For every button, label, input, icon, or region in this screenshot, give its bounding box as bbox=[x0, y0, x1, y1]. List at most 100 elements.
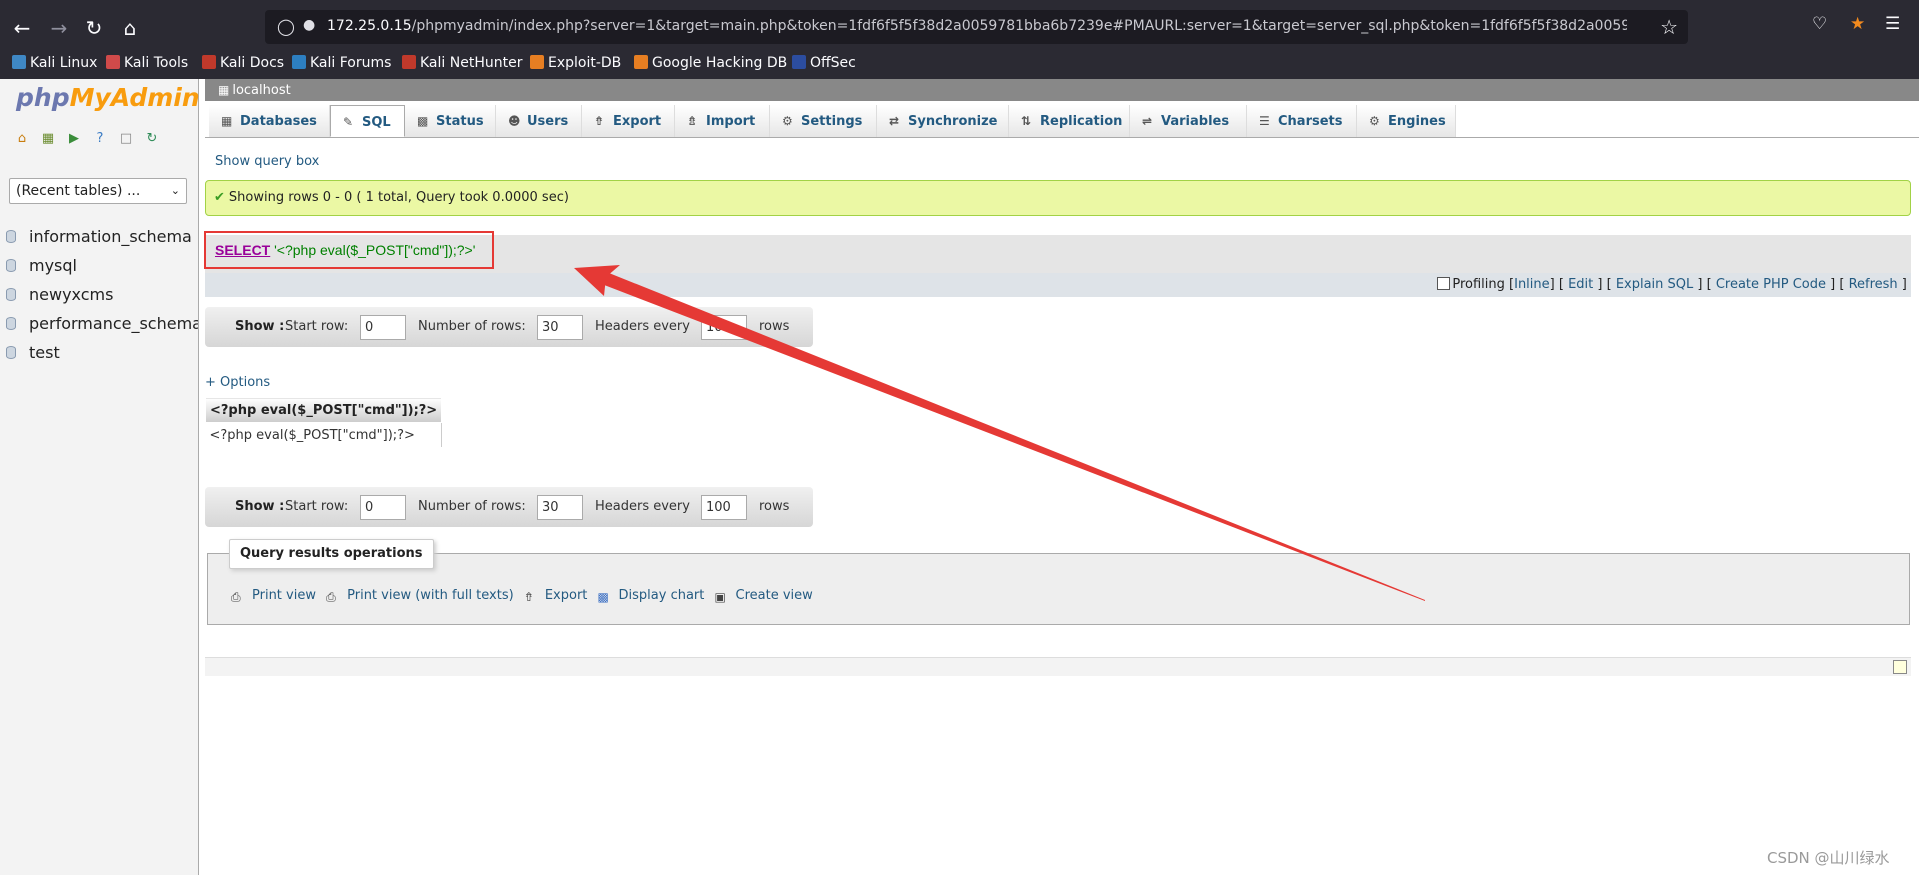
bookmark-star-icon[interactable]: ☆ bbox=[1660, 15, 1678, 39]
options-toggle[interactable]: + Options bbox=[205, 375, 270, 390]
help-icon[interactable]: ? bbox=[92, 131, 108, 147]
tab-settings[interactable]: ⚙ Settings bbox=[770, 105, 877, 137]
recent-tables-select[interactable]: (Recent tables) ... ⌄ bbox=[9, 178, 187, 204]
database-icon bbox=[6, 230, 16, 243]
database-icon bbox=[6, 346, 16, 359]
logout-icon[interactable]: ▦ bbox=[40, 131, 56, 147]
tab-synchronize[interactable]: ⇄ Synchronize bbox=[877, 105, 1009, 137]
success-message: ✔ Showing rows 0 - 0 ( 1 total, Query too… bbox=[205, 180, 1911, 216]
page-info-icon[interactable]: ● bbox=[303, 17, 315, 33]
docs-icon[interactable]: □ bbox=[118, 131, 134, 147]
top-menu-tabs: ▦ Databases ✎ SQL ▩ Status ☻ Users ⇮ Export ⇯… bbox=[205, 103, 1919, 138]
explain-sql-link[interactable]: Explain SQL bbox=[1616, 277, 1693, 292]
charsets-icon: ☰ bbox=[1259, 114, 1270, 128]
forward-arrow-icon[interactable]: → bbox=[45, 14, 73, 42]
start-row-input[interactable]: 0 bbox=[360, 315, 406, 340]
create-php-code-link[interactable]: Create PHP Code bbox=[1716, 277, 1826, 292]
database-icon bbox=[6, 317, 16, 330]
nethunter-icon bbox=[402, 55, 416, 69]
database-item[interactable]: newyxcms bbox=[0, 280, 198, 309]
headers-every-input[interactable]: 100 bbox=[701, 495, 747, 520]
ghdb-icon bbox=[634, 55, 648, 69]
show-query-box-link[interactable]: Show query box bbox=[215, 154, 319, 169]
import-icon: ⇯ bbox=[687, 114, 698, 128]
kali-forums-icon bbox=[292, 55, 306, 69]
tab-status[interactable]: ▩ Status bbox=[405, 105, 496, 137]
check-icon: ✔ bbox=[214, 190, 225, 205]
chevron-down-icon: ⌄ bbox=[170, 184, 180, 197]
home-icon[interactable]: ⌂ bbox=[116, 14, 144, 42]
top-navigation: Show : Start row: 0 Number of rows: 30 H… bbox=[205, 307, 813, 347]
tab-replication[interactable]: ⇅ Replication bbox=[1009, 105, 1130, 137]
bookmark-exploit-db[interactable]: Exploit-DB bbox=[530, 55, 621, 71]
database-icon bbox=[6, 288, 16, 301]
pma-sidebar: phpMyAdmin ⌂ ▦ ▶? □ ↻ (Recent tables) ... ⌄ i… bbox=[0, 79, 200, 875]
tab-charsets[interactable]: ☰ Charsets bbox=[1247, 105, 1357, 137]
sql-keyword[interactable]: SELECT bbox=[215, 242, 270, 258]
start-row-input[interactable]: 0 bbox=[360, 495, 406, 520]
inline-link[interactable]: Inline bbox=[1514, 277, 1550, 292]
print-view-link[interactable]: Print view bbox=[252, 588, 316, 603]
database-item[interactable]: mysql bbox=[0, 251, 198, 280]
print-view-full-link[interactable]: Print view (with full texts) bbox=[347, 588, 514, 603]
tab-variables[interactable]: ⇌ Variables bbox=[1130, 105, 1247, 137]
database-list: information_schema mysql newyxcms perfor… bbox=[0, 222, 198, 367]
server-icon: ▦ bbox=[218, 83, 230, 97]
create-view-link[interactable]: Create view bbox=[736, 588, 813, 603]
column-header[interactable]: <?php eval($_POST["cmd"]);?> bbox=[204, 397, 443, 423]
status-icon: ▩ bbox=[417, 114, 429, 128]
headers-every-input[interactable]: 100 bbox=[701, 315, 747, 340]
export-link[interactable]: Export bbox=[545, 588, 588, 603]
tab-export[interactable]: ⇮ Export bbox=[582, 105, 675, 137]
tab-engines[interactable]: ⚙ Engines bbox=[1357, 105, 1456, 137]
sql-string: '<?php eval($_POST["cmd"]);?>' bbox=[270, 242, 476, 258]
database-item[interactable]: performance_schema bbox=[0, 309, 198, 338]
engines-icon: ⚙ bbox=[1369, 114, 1380, 128]
database-item[interactable]: information_schema bbox=[0, 222, 198, 251]
offsec-icon bbox=[792, 55, 806, 69]
tab-databases[interactable]: ▦ Databases bbox=[209, 105, 330, 137]
server-breadcrumb: ▦ localhost bbox=[205, 79, 1919, 101]
users-icon: ☻ bbox=[508, 114, 521, 128]
number-of-rows-input[interactable]: 30 bbox=[537, 315, 583, 340]
bookmark-kali-forums[interactable]: Kali Forums bbox=[292, 55, 391, 71]
pocket-icon[interactable]: ♡ bbox=[1812, 14, 1827, 34]
shield-icon[interactable]: ◯ bbox=[277, 17, 295, 36]
display-chart-link[interactable]: Display chart bbox=[619, 588, 705, 603]
reload-icon[interactable]: ↻ bbox=[80, 14, 108, 42]
tab-import[interactable]: ⇯ Import bbox=[675, 105, 770, 137]
edit-link[interactable]: Edit bbox=[1568, 277, 1593, 292]
console-toggle-icon[interactable] bbox=[1893, 660, 1907, 674]
extension-icon[interactable]: ★ bbox=[1850, 14, 1865, 34]
tab-sql[interactable]: ✎ SQL bbox=[330, 105, 405, 137]
url-bar[interactable]: ◯ ● 172.25.0.15/phpmyadmin/index.php?ser… bbox=[265, 10, 1688, 44]
bookmarks-bar: Kali Linux Kali Tools Kali Docs Kali For… bbox=[0, 53, 1919, 79]
reload-nav-icon[interactable]: ↻ bbox=[144, 131, 160, 147]
tab-users[interactable]: ☻ Users bbox=[496, 105, 582, 137]
sql-icon: ✎ bbox=[343, 115, 354, 129]
menu-icon[interactable]: ☰ bbox=[1885, 14, 1900, 34]
kali-tools-icon bbox=[106, 55, 120, 69]
database-icon bbox=[6, 259, 16, 272]
number-of-rows-input[interactable]: 30 bbox=[537, 495, 583, 520]
bookmark-offsec[interactable]: OffSec bbox=[792, 55, 856, 71]
home-icon[interactable]: ⌂ bbox=[14, 131, 30, 147]
bookmark-kali-tools[interactable]: Kali Tools bbox=[106, 55, 188, 71]
database-item[interactable]: test bbox=[0, 338, 198, 367]
watermark: CSDN @山川绿水 bbox=[1767, 849, 1890, 867]
profiling-checkbox[interactable] bbox=[1437, 277, 1451, 290]
phpmyadmin-logo[interactable]: phpMyAdmin bbox=[16, 83, 200, 112]
server-link[interactable]: localhost bbox=[232, 83, 290, 98]
sql-query-display: SELECT '<?php eval($_POST["cmd"]);?>' bbox=[204, 231, 1911, 273]
bookmark-kali-docs[interactable]: Kali Docs bbox=[202, 55, 284, 71]
export-icon: ⇮ bbox=[594, 114, 605, 128]
bookmark-google-hacking-db[interactable]: Google Hacking DB bbox=[634, 55, 787, 71]
table-cell[interactable]: <?php eval($_POST["cmd"]);?> bbox=[205, 422, 443, 447]
bookmark-kali-nethunter[interactable]: Kali NetHunter bbox=[402, 55, 522, 71]
refresh-link[interactable]: Refresh bbox=[1849, 277, 1898, 292]
bookmark-kali-linux[interactable]: Kali Linux bbox=[12, 55, 97, 71]
url-text[interactable]: 172.25.0.15/phpmyadmin/index.php?server=… bbox=[327, 18, 1627, 34]
sidebar-icon-row: ⌂ ▦ ▶? □ ↻ bbox=[14, 131, 170, 147]
query-window-icon[interactable]: ▶ bbox=[66, 131, 82, 147]
back-arrow-icon[interactable]: ← bbox=[8, 14, 36, 42]
